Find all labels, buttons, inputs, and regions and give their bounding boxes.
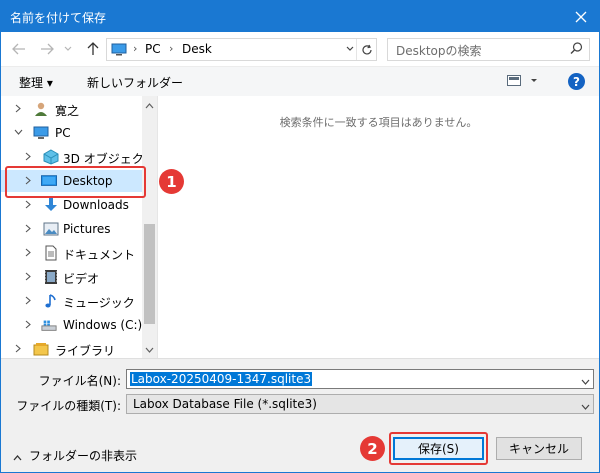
tree-item-pc[interactable]: PC xyxy=(1,122,143,144)
annotation-badge-1: 1 xyxy=(159,169,184,194)
filetype-label: ファイルの種類(T): xyxy=(16,399,121,413)
tree-item-3d-objects[interactable]: 3D オブジェクト xyxy=(1,146,156,168)
arrow-right-icon xyxy=(41,43,54,55)
search-placeholder: Desktopの検索 xyxy=(396,44,482,58)
desktop-highlight-box xyxy=(5,166,146,198)
save-form: ファイル名(N): Labox-20250409-1347.sqlite3 ファ… xyxy=(1,358,599,472)
scroll-down-icon[interactable] xyxy=(145,342,154,356)
close-icon xyxy=(575,11,587,22)
back-button[interactable] xyxy=(9,39,29,59)
help-button[interactable]: ? xyxy=(568,73,585,90)
cancel-button[interactable]: キャンセル xyxy=(496,437,582,460)
close-button[interactable] xyxy=(563,1,599,32)
download-icon xyxy=(45,198,57,211)
chevron-right-icon[interactable] xyxy=(13,343,23,353)
chevron-right-icon[interactable] xyxy=(23,295,33,305)
chevron-down-icon xyxy=(346,46,354,51)
drive-icon xyxy=(41,320,57,331)
address-bar[interactable]: › PC › Desk xyxy=(106,38,377,61)
tree-item-pictures[interactable]: Pictures xyxy=(1,218,143,240)
tree-label: ビデオ xyxy=(63,272,100,286)
tree-label: ライブラリ xyxy=(55,344,116,358)
up-button[interactable] xyxy=(83,39,103,59)
tree-label: ドキュメント xyxy=(63,248,136,262)
tree-item-windows-c[interactable]: Windows (C:) xyxy=(1,314,143,336)
scrollbar-thumb[interactable] xyxy=(144,224,155,324)
filename-selected-text: Labox-20250409-1347.sqlite3 xyxy=(130,372,313,386)
search-box[interactable]: Desktopの検索 xyxy=(387,38,590,61)
tree-label: ミュージック xyxy=(63,296,135,310)
command-bar: 整理 ▾ 新しいフォルダー ? xyxy=(1,66,599,96)
library-icon xyxy=(33,343,49,356)
chevron-down-icon xyxy=(64,46,72,51)
chevron-right-icon[interactable] xyxy=(23,247,33,257)
view-icon xyxy=(507,75,537,86)
user-icon xyxy=(35,102,47,116)
organize-menu[interactable]: 整理 ▾ xyxy=(19,74,53,91)
computer-icon xyxy=(33,126,49,139)
save-as-dialog: 名前を付けて保存 › PC › Desk Desktopの検索 整理 ▾ 新しい… xyxy=(0,0,600,473)
tree-label: Pictures xyxy=(63,222,111,236)
empty-message: 検索条件に一致する項目はありません。 xyxy=(279,116,478,129)
chevron-right-icon[interactable] xyxy=(23,151,33,161)
chevron-down-icon[interactable] xyxy=(13,127,23,137)
tree-item-documents[interactable]: ドキュメント xyxy=(1,242,143,264)
filetype-select[interactable]: Labox Database File (*.sqlite3) xyxy=(126,394,594,414)
refresh-icon xyxy=(361,44,372,54)
chevron-down-icon[interactable] xyxy=(581,399,590,413)
tree-label: 寛之 xyxy=(55,104,80,118)
filename-input[interactable]: Labox-20250409-1347.sqlite3 xyxy=(126,369,594,389)
chevron-right-icon[interactable] xyxy=(23,199,33,209)
tree-item-videos[interactable]: ビデオ xyxy=(1,266,143,288)
music-icon xyxy=(45,294,56,308)
arrow-left-icon xyxy=(12,43,25,55)
forward-button[interactable] xyxy=(37,39,57,59)
navigation-pane: 寛之 PC 3D オブジェクト Desktop Downloads Pictur… xyxy=(1,96,157,358)
filename-label: ファイル名(N): xyxy=(38,374,121,388)
chevron-right-icon[interactable] xyxy=(13,103,23,113)
navigation-scrollbar[interactable] xyxy=(142,96,157,358)
breadcrumb-separator: › xyxy=(169,42,174,55)
file-list-area[interactable]: 検索条件に一致する項目はありません。 xyxy=(158,96,599,358)
dialog-title: 名前を付けて保存 xyxy=(10,11,107,25)
view-options-button[interactable] xyxy=(507,75,537,90)
scroll-up-icon[interactable] xyxy=(145,98,154,112)
computer-icon xyxy=(111,43,127,56)
tree-item-music[interactable]: ミュージック xyxy=(1,290,143,312)
navigation-bar: › PC › Desk Desktopの検索 xyxy=(1,32,599,66)
save-highlight-box xyxy=(389,432,488,465)
tree-label: Windows (C:) xyxy=(63,318,143,332)
title-bar: 名前を付けて保存 xyxy=(1,1,599,32)
arrow-up-icon xyxy=(87,42,99,55)
3d-objects-icon xyxy=(43,149,59,165)
address-history-dropdown[interactable] xyxy=(346,42,354,59)
chevron-right-icon[interactable] xyxy=(23,223,33,233)
video-icon xyxy=(45,270,57,284)
breadcrumb-desktop[interactable]: Desk xyxy=(182,42,212,56)
tree-item-user[interactable]: 寛之 xyxy=(1,98,143,120)
chevron-right-icon[interactable] xyxy=(23,319,33,329)
breadcrumb-pc[interactable]: PC xyxy=(145,42,161,56)
hide-folders-label: フォルダーの非表示 xyxy=(29,449,138,463)
documents-icon xyxy=(45,245,57,261)
search-icon xyxy=(570,42,583,58)
tree-label: Downloads xyxy=(63,198,129,212)
new-folder-button[interactable]: 新しいフォルダー xyxy=(87,74,183,91)
tree-item-libraries[interactable]: ライブラリ xyxy=(1,338,143,358)
refresh-button[interactable] xyxy=(356,39,376,60)
chevron-up-icon xyxy=(13,450,22,464)
chevron-right-icon[interactable] xyxy=(23,271,33,281)
recent-locations-button[interactable] xyxy=(61,39,75,59)
tree-label: PC xyxy=(55,126,71,140)
chevron-down-icon[interactable] xyxy=(581,374,590,388)
pictures-icon xyxy=(43,222,59,236)
breadcrumb-separator: › xyxy=(133,42,138,55)
annotation-badge-2: 2 xyxy=(360,436,385,461)
filetype-value: Labox Database File (*.sqlite3) xyxy=(133,397,317,411)
